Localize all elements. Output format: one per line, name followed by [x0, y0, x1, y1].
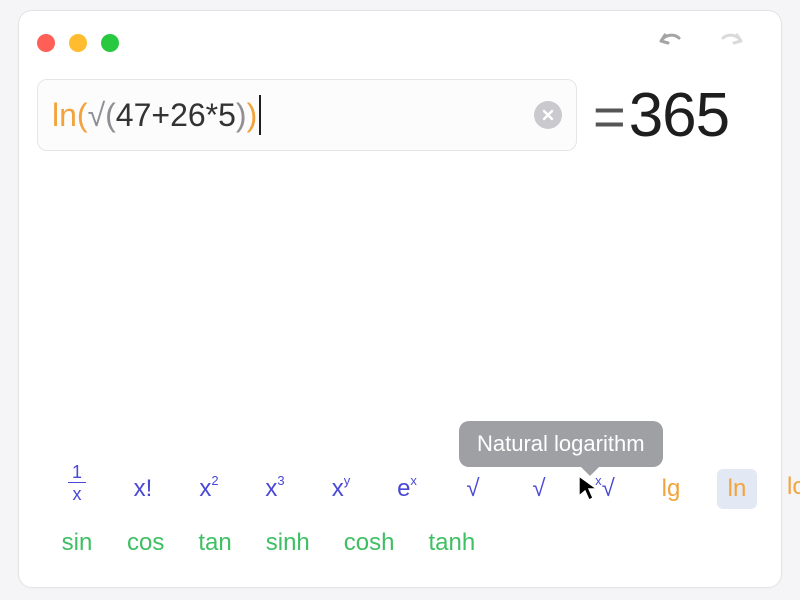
key-sqrt2[interactable]: √ [519, 469, 559, 509]
window-controls [37, 34, 119, 52]
result-value: 365 [629, 80, 729, 151]
key-nthroot[interactable]: x√ [585, 469, 625, 509]
key-cos[interactable]: cos [123, 523, 168, 563]
inner-close-paren: ) [236, 97, 247, 134]
expression-text: ln(√(47+26*5)) [52, 95, 534, 135]
pad-row-1: 1xx!x2x3xyex√√x√lglnlogx [57, 451, 751, 509]
key-factorial[interactable]: x! [123, 469, 163, 509]
app-window: ln(√(47+26*5)) =365 Natural logarithm 1x… [18, 10, 782, 588]
redo-button [715, 31, 749, 55]
radical-symbol: √ [88, 97, 106, 134]
text-cursor [259, 95, 261, 135]
key-cube[interactable]: x3 [255, 469, 295, 509]
undo-button[interactable] [653, 31, 687, 55]
expr-close-paren: ) [247, 97, 258, 134]
expr-open-paren: ( [77, 97, 88, 134]
key-ln[interactable]: ln [717, 469, 757, 509]
result-display: =365 [593, 80, 729, 151]
equals-sign: = [593, 84, 625, 149]
key-tanh[interactable]: tanh [424, 523, 479, 563]
key-sin[interactable]: sin [57, 523, 97, 563]
pad-row-2: sincostansinh cosh tanh [57, 523, 751, 563]
calc-row: ln(√(47+26*5)) =365 [19, 61, 781, 151]
key-power[interactable]: xy [321, 469, 361, 509]
key-lg[interactable]: lg [651, 469, 691, 509]
key-tan[interactable]: tan [194, 523, 235, 563]
history-controls [653, 31, 763, 55]
inner-expression: 47+26*5 [116, 97, 236, 134]
key-log[interactable]: logx [783, 467, 800, 509]
key-sinh[interactable]: sinh [262, 523, 314, 563]
fullscreen-window-button[interactable] [101, 34, 119, 52]
key-square[interactable]: x2 [189, 469, 229, 509]
clear-input-button[interactable] [534, 101, 562, 129]
expr-fn: ln [52, 97, 77, 134]
function-pad: 1xx!x2x3xyex√√x√lglnlogx sincostansinhco… [19, 437, 781, 587]
expression-input[interactable]: ln(√(47+26*5)) [37, 79, 577, 151]
key-exp[interactable]: ex [387, 469, 427, 509]
titlebar [19, 11, 781, 61]
close-window-button[interactable] [37, 34, 55, 52]
inner-open-paren: ( [105, 97, 116, 134]
key-reciprocal[interactable]: 1x [57, 451, 97, 509]
key-cosh[interactable]: cosh [340, 523, 399, 563]
minimize-window-button[interactable] [69, 34, 87, 52]
key-sqrt[interactable]: √ [453, 469, 493, 509]
